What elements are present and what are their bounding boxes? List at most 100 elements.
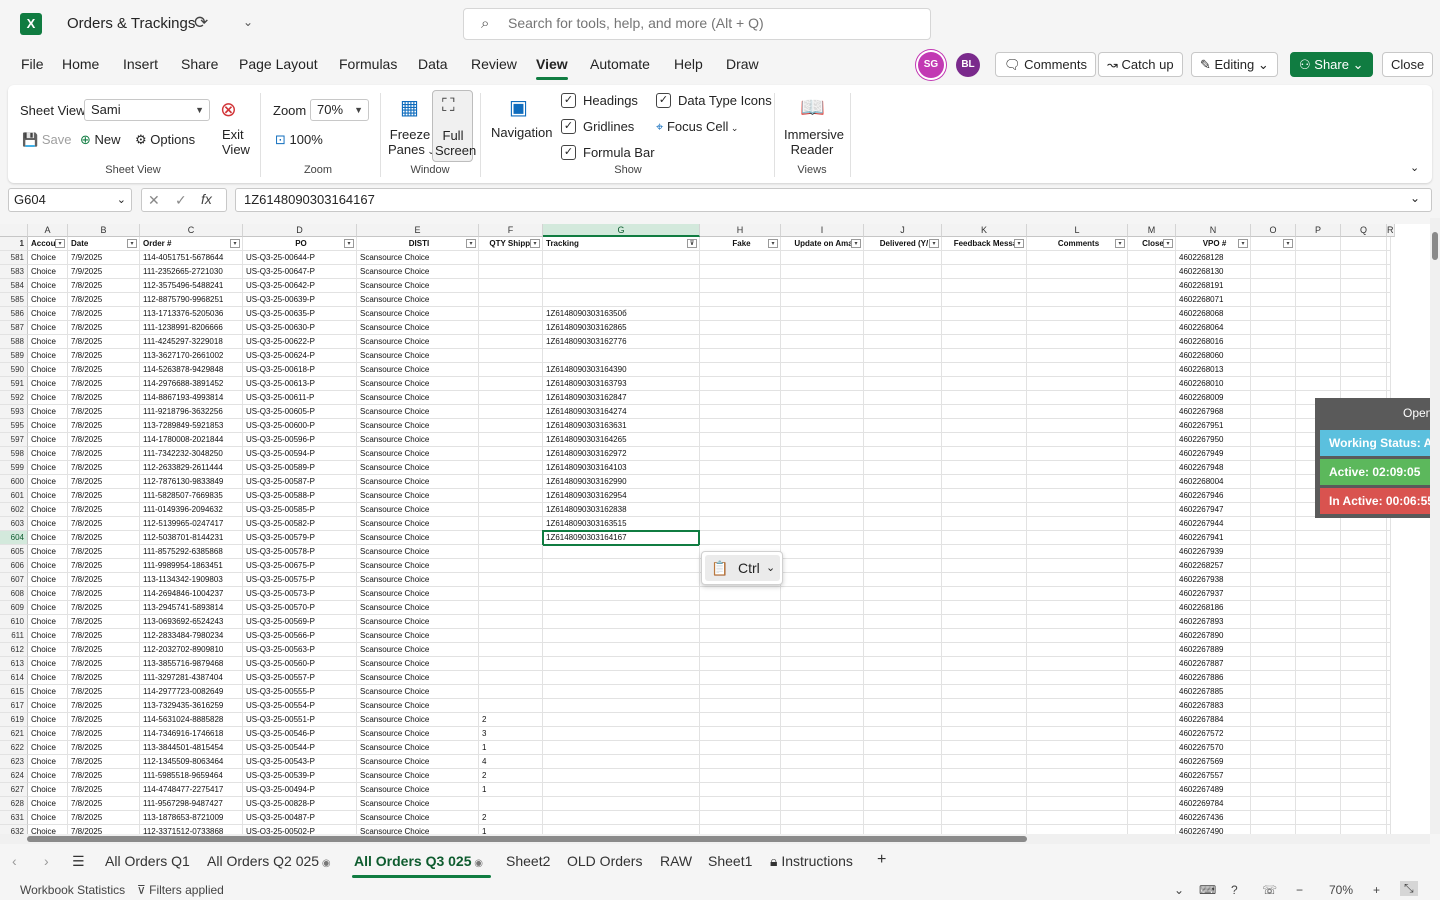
grid-cell[interactable] [1341,363,1387,377]
filter-dropdown-icon[interactable]: ▾ [466,239,476,248]
grid-cell[interactable]: Scansource Choice [357,601,479,615]
grid-cell[interactable]: 4602267883 [1176,699,1251,713]
grid-cell[interactable]: Scansource Choice [357,741,479,755]
grid-cell[interactable] [479,293,543,307]
grid-cell[interactable] [942,601,1027,615]
row-header[interactable]: 622 [0,741,28,755]
row-header[interactable]: 590 [0,363,28,377]
grid-cell[interactable]: 114-2977723-0082649 [140,685,243,699]
row-header[interactable]: 597 [0,433,28,447]
grid-cell[interactable] [700,713,781,727]
grid-cell[interactable] [1387,685,1391,699]
grid-cell[interactable] [864,391,942,405]
grid-cell[interactable] [1296,601,1341,615]
grid-cell[interactable]: 111-9567298-9487427 [140,797,243,811]
row-header[interactable]: 598 [0,447,28,461]
grid-cell[interactable] [1128,629,1176,643]
grid-cell[interactable] [781,811,864,825]
grid-cell[interactable] [700,825,781,834]
grid-cell[interactable] [1251,727,1296,741]
grid-cell[interactable] [1387,713,1391,727]
grid-cell[interactable]: Choice [28,349,68,363]
spreadsheet-grid[interactable]: A B C D E F G H I J K L M N O P Q R 1 Accou ▾ Date ▾ Order # ▾ PO… [0,224,1430,834]
grid-cell[interactable] [781,517,864,531]
grid-cell[interactable]: 114-4051751-5678644 [140,251,243,265]
grid-cell[interactable] [1296,783,1341,797]
grid-cell[interactable] [1341,727,1387,741]
column-header-l[interactable]: L [1027,224,1128,237]
grid-cell[interactable]: Choice [28,363,68,377]
grid-cell[interactable]: Scansource Choice [357,629,479,643]
grid-cell[interactable] [1128,279,1176,293]
column-header-m[interactable]: M [1128,224,1176,237]
grid-cell[interactable] [1251,825,1296,834]
vertical-scrollbar[interactable] [1430,218,1440,834]
grid-cell[interactable] [1027,419,1128,433]
row-header[interactable]: 603 [0,517,28,531]
grid-cell[interactable] [1027,629,1128,643]
grid-cell[interactable] [1251,797,1296,811]
grid-cell[interactable] [1027,755,1128,769]
grid-cell[interactable]: Scansource Choice [357,685,479,699]
grid-cell[interactable]: Choice [28,335,68,349]
grid-cell[interactable] [864,545,942,559]
grid-cell[interactable] [781,349,864,363]
grid-cell[interactable] [1341,251,1387,265]
grid-cell[interactable]: 113-1134342-1909803 [140,573,243,587]
grid-cell[interactable]: Scansource Choice [357,349,479,363]
grid-cell[interactable]: 4602267436 [1176,811,1251,825]
grid-cell[interactable]: US-Q3-25-00551-P [243,713,357,727]
grid-cell[interactable] [942,643,1027,657]
grid-cell[interactable]: US-Q3-25-00546-P [243,727,357,741]
grid-cell[interactable] [1296,587,1341,601]
grid-cell[interactable] [700,755,781,769]
grid-cell[interactable] [1128,363,1176,377]
grid-cell[interactable]: 113-1713376-5205036 [140,307,243,321]
grid-cell[interactable]: Choice [28,307,68,321]
grid-cell[interactable]: Scansource Choice [357,475,479,489]
grid-cell[interactable]: 4602267951 [1176,419,1251,433]
grid-cell[interactable]: 111-2352665-2721030 [140,265,243,279]
grid-cell[interactable] [543,699,700,713]
grid-cell[interactable] [700,685,781,699]
grid-cell[interactable] [543,559,700,573]
column-title[interactable] [1387,237,1391,251]
grid-cell[interactable] [543,657,700,671]
column-header-h[interactable]: H [700,224,781,237]
grid-cell[interactable]: Choice [28,475,68,489]
grid-cell[interactable]: Scansource Choice [357,671,479,685]
grid-cell[interactable] [1387,741,1391,755]
grid-cell[interactable] [942,825,1027,834]
grid-cell[interactable] [942,811,1027,825]
grid-cell[interactable] [1027,391,1128,405]
grid-cell[interactable] [942,797,1027,811]
grid-cell[interactable] [781,377,864,391]
grid-cell[interactable] [1341,265,1387,279]
grid-cell[interactable] [543,685,700,699]
grid-cell[interactable]: Scansource Choice [357,503,479,517]
grid-cell[interactable]: 1Z6148090303162954 [543,489,700,503]
scroll-thumb[interactable] [27,836,1027,842]
grid-cell[interactable] [1296,797,1341,811]
row-header[interactable]: 621 [0,727,28,741]
grid-cell[interactable]: US-Q3-25-00639-P [243,293,357,307]
grid-cell[interactable]: 113-3627170-2661002 [140,349,243,363]
grid-cell[interactable] [1027,335,1128,349]
grid-cell[interactable] [864,279,942,293]
grid-cell[interactable] [781,475,864,489]
grid-cell[interactable]: 1Z6148090303162865 [543,321,700,335]
grid-cell[interactable]: 4602267572 [1176,727,1251,741]
grid-cell[interactable]: Choice [28,769,68,783]
grid-cell[interactable] [1027,587,1128,601]
grid-cell[interactable] [1128,489,1176,503]
grid-cell[interactable]: Choice [28,699,68,713]
focus-cell-button[interactable]: ⌖ Focus Cell ⌄ [656,119,738,135]
grid-cell[interactable]: 7/8/2025 [68,713,140,727]
scroll-thumb[interactable] [1432,232,1438,260]
column-title[interactable]: QTY Shippe ▾ [479,237,543,251]
grid-cell[interactable] [1128,433,1176,447]
grid-cell[interactable] [781,643,864,657]
grid-cell[interactable] [543,769,700,783]
grid-cell[interactable] [1296,573,1341,587]
grid-cell[interactable]: US-Q3-25-00647-P [243,265,357,279]
